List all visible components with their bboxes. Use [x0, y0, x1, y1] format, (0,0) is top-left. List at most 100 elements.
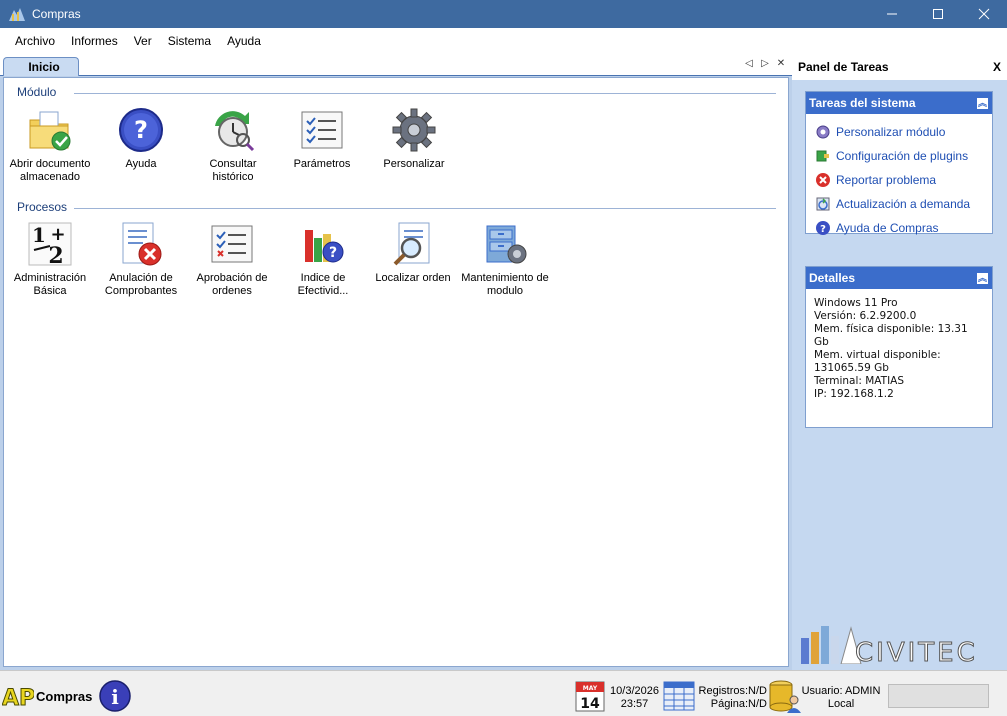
error-icon: [816, 173, 830, 187]
group-divider: [74, 93, 776, 94]
title-bar: Compras: [0, 0, 1007, 28]
menu-ayuda[interactable]: Ayuda: [219, 28, 269, 54]
details-title: Detalles: [809, 271, 856, 285]
approval-list-icon: [211, 225, 253, 263]
gear-icon: [392, 108, 436, 152]
task-panel-header: Panel de Tareas X: [792, 54, 1007, 80]
history-clock-icon: [215, 111, 255, 152]
details-body: Windows 11 Pro Versión: 6.2.9200.0 Mem. …: [806, 289, 992, 409]
detail-terminal: Terminal: MATIAS: [814, 375, 905, 387]
tile-label: Efectivid...: [297, 285, 349, 297]
status-bar: API Compras i MAY 14 10/3/2026 23:57 Reg…: [0, 670, 1007, 716]
tile-consultar-historico[interactable]: Consultar histórico: [188, 106, 278, 184]
tile-label: Ayuda: [125, 158, 157, 170]
tile-parametros[interactable]: Parámetros: [277, 106, 367, 171]
status-user-name: Usuario: ADMIN: [801, 685, 881, 697]
update-icon: [816, 197, 830, 211]
task-panel-title: Panel de Tareas: [798, 60, 889, 74]
group-divider: [74, 208, 776, 209]
task-label: Reportar problema: [836, 173, 937, 187]
tab-prev-icon[interactable]: ◁: [744, 58, 754, 69]
status-app-name: Compras: [36, 689, 93, 704]
tab-close-icon[interactable]: ✕: [776, 58, 786, 69]
close-window-button[interactable]: [961, 0, 1007, 28]
detail-os: Windows 11 Pro: [814, 297, 898, 309]
minimize-button[interactable]: [869, 0, 915, 28]
collapse-up-icon[interactable]: ︽: [976, 271, 989, 285]
tile-label: Indice de: [300, 272, 346, 284]
svg-text:?: ?: [820, 224, 826, 235]
status-progress-panel: [888, 684, 989, 708]
detail-ip: IP: 192.168.1.2: [814, 388, 894, 400]
task-ayuda-compras[interactable]: ? Ayuda de Compras: [806, 216, 992, 240]
document-search-icon: [393, 222, 430, 266]
info-icon[interactable]: i: [99, 680, 131, 712]
maximize-button[interactable]: [915, 0, 961, 28]
details-header: Detalles ︽: [806, 267, 992, 289]
tile-label: histórico: [212, 171, 254, 183]
status-records: Registros:N/D Página:N/D: [695, 685, 767, 711]
menu-informes[interactable]: Informes: [63, 28, 126, 54]
tile-localizar-orden[interactable]: Localizar orden: [368, 220, 458, 285]
menu-archivo[interactable]: Archivo: [7, 28, 63, 54]
tile-anulacion-comprobantes[interactable]: Anulación de Comprobantes: [96, 220, 186, 298]
tab-strip: Inicio ◁ ▷ ✕: [0, 54, 792, 76]
svg-text:2: 2: [48, 243, 63, 268]
task-personalizar-modulo[interactable]: Personalizar módulo: [806, 120, 992, 144]
tab-inicio[interactable]: Inicio: [3, 57, 79, 76]
svg-text:i: i: [111, 685, 119, 709]
tile-ayuda[interactable]: ? Ayuda: [96, 106, 186, 171]
menu-ver[interactable]: Ver: [126, 28, 160, 54]
checklist-icon: [301, 111, 343, 149]
brand-text: CIVITEC: [855, 638, 978, 664]
status-time: 23:57: [620, 698, 649, 710]
tile-label: Mantenimiento de: [461, 272, 549, 284]
tab-next-icon[interactable]: ▷: [760, 58, 770, 69]
details-box: Detalles ︽ Windows 11 Pro Versión: 6.2.9…: [805, 266, 993, 428]
task-panel-close-button[interactable]: X: [993, 60, 1001, 74]
tile-label: almacenado: [20, 171, 80, 183]
tile-administracion-basica[interactable]: 1 + 2 Administración Básica: [5, 220, 95, 298]
cabinet-gear-icon: [486, 225, 527, 264]
app-icon: [9, 8, 25, 21]
group-title-procesos: Procesos: [17, 200, 68, 214]
svg-text:1: 1: [32, 223, 46, 247]
user-database-icon: [769, 680, 801, 713]
menu-sistema[interactable]: Sistema: [160, 28, 219, 54]
group-title-modulo: Módulo: [17, 85, 57, 99]
document-cancel-icon: [122, 222, 162, 266]
tile-label: Administración: [13, 272, 87, 284]
system-tasks-box: Tareas del sistema ︽ Personalizar módulo…: [805, 91, 993, 235]
task-reportar-problema[interactable]: Reportar problema: [806, 168, 992, 192]
svg-text:?: ?: [134, 116, 148, 144]
tile-personalizar[interactable]: Personalizar: [369, 106, 459, 171]
numbers-icon: 1 + 2: [28, 222, 72, 268]
tile-label: Personalizar: [383, 158, 445, 170]
system-tasks-header: Tareas del sistema ︽: [806, 92, 992, 114]
bar-chart-help-icon: ?: [305, 230, 344, 263]
task-actualizacion-demanda[interactable]: Actualización a demanda: [806, 192, 992, 216]
task-configuracion-plugins[interactable]: Configuración de plugins: [806, 144, 992, 168]
svg-text:+: +: [50, 224, 65, 245]
tile-mantenimiento-modulo[interactable]: Mantenimiento de modulo: [459, 220, 551, 298]
tile-abrir-documento[interactable]: Abrir documento almacenado: [5, 106, 95, 184]
svg-text:?: ?: [329, 245, 337, 261]
plugin-icon: [816, 150, 829, 162]
tile-label: Parámetros: [293, 158, 351, 170]
calendar-day: 14: [580, 696, 600, 712]
detail-physical-memory: Mem. física disponible: 13.31 Gb: [814, 323, 968, 348]
status-datetime: 10/3/2026 23:57: [607, 685, 662, 711]
collapse-up-icon[interactable]: ︽: [976, 96, 989, 110]
tile-aprobacion-ordenes[interactable]: Aprobación de ordenes: [187, 220, 277, 298]
tile-label: Consultar: [209, 158, 257, 170]
tile-label: Comprobantes: [104, 285, 178, 297]
folder-check-icon: [29, 111, 71, 151]
task-panel: Panel de Tareas X Tareas del sistema ︽ P…: [792, 54, 1007, 670]
detail-virtual-memory-value: 131065.59 Gb: [814, 362, 889, 374]
tile-indice-efectividad[interactable]: ? Indice de Efectivid...: [278, 220, 368, 298]
civitec-logo: CIVITEC: [801, 626, 978, 664]
tile-label: Aprobación de: [196, 272, 268, 284]
maximize-icon: [933, 9, 943, 19]
task-label: Personalizar módulo: [836, 125, 946, 139]
api-logo: API: [2, 686, 34, 712]
